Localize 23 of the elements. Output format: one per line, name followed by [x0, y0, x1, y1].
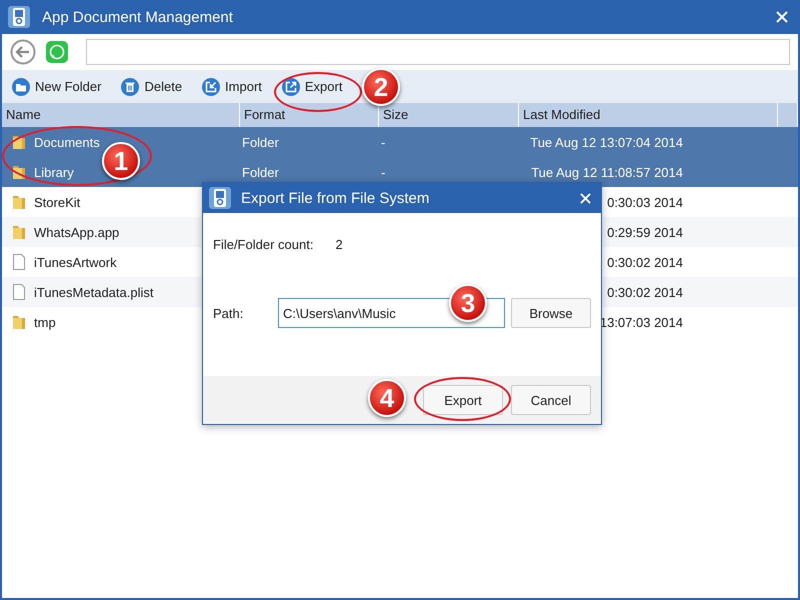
table-cell: 0:30:02 2014 — [607, 284, 683, 300]
file-name: WhatsApp.app — [34, 224, 120, 240]
file-name: tmp — [34, 314, 56, 330]
table-cell: Folder — [242, 164, 279, 180]
file-name: Documents — [34, 134, 100, 150]
table-cell: - — [381, 164, 386, 180]
dialog-title: Export File from File System — [241, 190, 430, 206]
table-cell: 0:30:02 2014 — [607, 254, 683, 270]
path-label: Path: — [213, 306, 244, 320]
file-name: StoreKit — [34, 194, 80, 210]
table-cell: 13:07:03 2014 — [600, 314, 683, 330]
file-name: iTunesMetadata.plist — [34, 284, 154, 300]
table-cell: Tue Aug 12 13:07:04 2014 — [530, 134, 683, 150]
table-cell: - — [381, 134, 386, 150]
window-title: App Document Management — [42, 8, 234, 26]
table-cell: Folder — [242, 134, 279, 150]
file-name: iTunesArtwork — [34, 254, 117, 270]
table-cell: 0:30:03 2014 — [607, 194, 683, 210]
file-name: Library — [34, 164, 74, 180]
table-cell: 0:29:59 2014 — [607, 224, 683, 240]
count-value: 2 — [335, 237, 343, 252]
table-cell: Tue Aug 12 11:08:57 2014 — [531, 164, 683, 180]
count-label: File/Folder count: — [213, 237, 314, 252]
